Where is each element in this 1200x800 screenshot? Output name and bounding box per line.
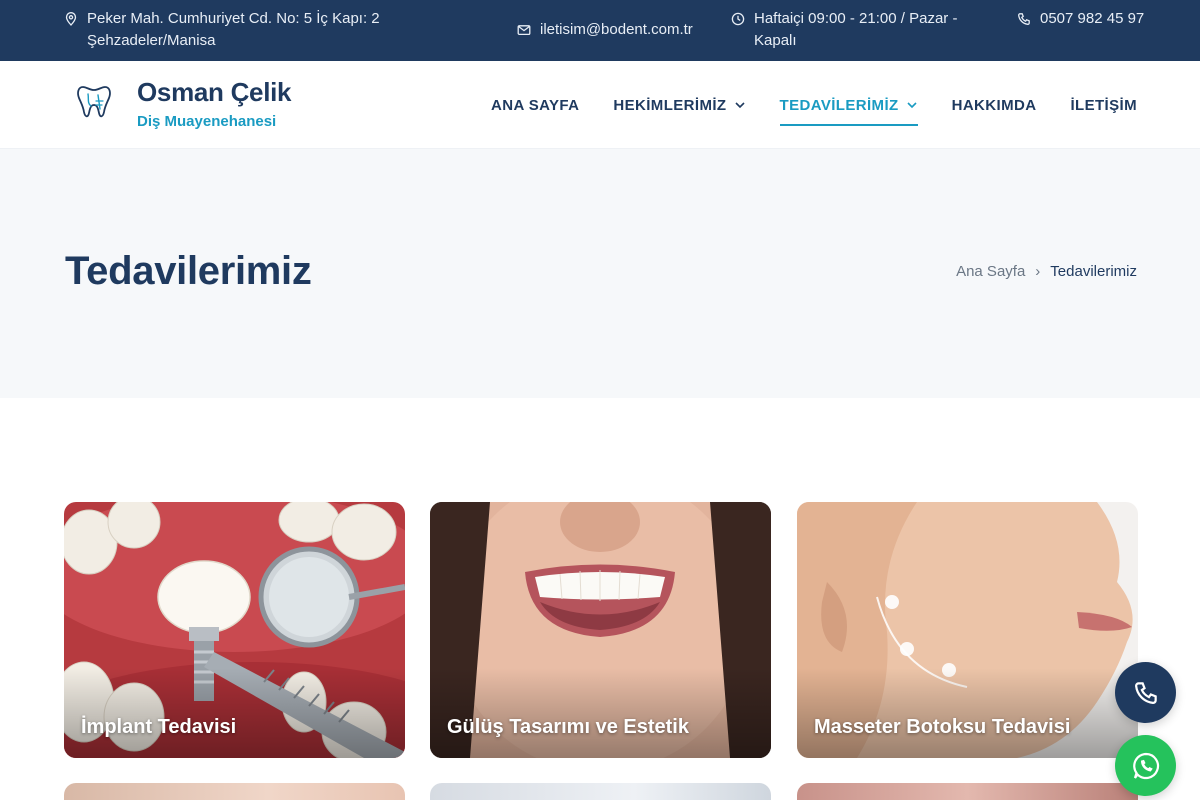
chevron-down-icon xyxy=(907,102,917,109)
topbar-hours: Haftaiçi 09:00 - 21:00 / Pazar - Kapalı xyxy=(731,8,981,52)
page-title: Tedavilerimiz xyxy=(65,249,312,293)
page-title-band: Tedavilerimiz Ana Sayfa › Tedavilerimiz xyxy=(0,149,1200,398)
map-pin-icon xyxy=(65,12,77,26)
topbar-email[interactable]: iletisim@bodent.com.tr xyxy=(517,19,693,41)
email-link[interactable]: iletisim@bodent.com.tr xyxy=(540,19,693,41)
brand-name[interactable]: Osman Çelik xyxy=(137,77,292,108)
nav-item-doctors[interactable]: HEKİMLERİMİZ xyxy=(613,61,745,149)
nav-item-contact[interactable]: İLETİŞİM xyxy=(1070,61,1137,149)
chevron-down-icon xyxy=(734,102,745,109)
treatment-card-smile-design[interactable]: Gülüş Tasarımı ve Estetik xyxy=(430,502,771,758)
brand-subtitle: Diş Muayenehanesi xyxy=(137,113,277,130)
nav-item-label: İLETİŞİM xyxy=(1070,96,1137,114)
breadcrumb-current: Tedavilerimiz xyxy=(1050,263,1137,280)
nav-item-label: ANA SAYFA xyxy=(491,96,580,114)
nav-item-about[interactable]: HAKKIMDA xyxy=(952,61,1037,149)
phone-icon xyxy=(1134,681,1157,704)
call-button[interactable] xyxy=(1115,662,1176,723)
nav-item-label: HEKİMLERİMİZ xyxy=(613,96,727,114)
topbar-address: Peker Mah. Cumhuriyet Cd. No: 5 İç Kapı:… xyxy=(64,8,414,52)
address-text: Peker Mah. Cumhuriyet Cd. No: 5 İç Kapı:… xyxy=(87,10,380,49)
treatment-card-masseter-botox[interactable]: Masseter Botoksu Tedavisi xyxy=(797,502,1138,758)
treatment-card-implant[interactable]: İmplant Tedavisi xyxy=(64,502,405,758)
topbar: Peker Mah. Cumhuriyet Cd. No: 5 İç Kapı:… xyxy=(0,0,1200,61)
treatment-card-partial[interactable] xyxy=(64,783,405,800)
nav-item-treatments[interactable]: TEDAVİLERİMİZ xyxy=(779,61,918,149)
clock-icon xyxy=(731,12,745,26)
phone-icon xyxy=(1018,13,1030,25)
whatsapp-button[interactable] xyxy=(1115,735,1176,796)
card-shade xyxy=(797,668,1138,758)
breadcrumb: Ana Sayfa › Tedavilerimiz xyxy=(956,263,1137,280)
breadcrumb-home-link[interactable]: Ana Sayfa xyxy=(956,263,1025,280)
treatment-card-title: Masseter Botoksu Tedavisi xyxy=(814,716,1071,738)
hours-text: Haftaiçi 09:00 - 21:00 / Pazar - Kapalı xyxy=(754,10,958,49)
nav-item-home[interactable]: ANA SAYFA xyxy=(491,61,579,149)
treatment-card-partial[interactable] xyxy=(430,783,771,800)
treatment-card-partial[interactable] xyxy=(797,783,1138,800)
nav-item-label: TEDAVİLERİMİZ xyxy=(779,96,899,114)
main-nav: ANA SAYFA HEKİMLERİMİZ TEDAVİLERİMİZ HAK… xyxy=(457,61,1137,149)
breadcrumb-separator: › xyxy=(1035,263,1041,280)
card-shade xyxy=(64,668,405,758)
mail-icon xyxy=(517,25,531,36)
treatment-card-title: İmplant Tedavisi xyxy=(81,716,237,738)
treatment-card-title: Gülüş Tasarımı ve Estetik xyxy=(447,716,689,738)
topbar-phone[interactable]: 0507 982 45 97 xyxy=(1017,8,1147,30)
site-header: Osman Çelik Diş Muayenehanesi ANA SAYFA … xyxy=(0,61,1200,149)
card-shade xyxy=(430,668,771,758)
whatsapp-icon xyxy=(1132,752,1159,779)
tooth-logo-icon[interactable] xyxy=(74,79,114,123)
phone-link[interactable]: 0507 982 45 97 xyxy=(1040,8,1144,30)
nav-item-label: HAKKIMDA xyxy=(951,96,1037,114)
